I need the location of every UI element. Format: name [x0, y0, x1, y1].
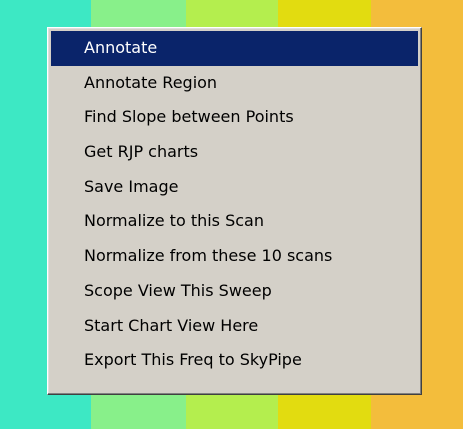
menu-item-annotate-region[interactable]: Annotate Region [51, 66, 418, 101]
menu-item-get-rjp-charts[interactable]: Get RJP charts [51, 135, 418, 170]
menu-item-annotate[interactable]: Annotate [51, 31, 418, 66]
menu-item-normalize-scan[interactable]: Normalize to this Scan [51, 204, 418, 239]
menu-item-scope-view[interactable]: Scope View This Sweep [51, 274, 418, 309]
menu-item-normalize-10-scans[interactable]: Normalize from these 10 scans [51, 239, 418, 274]
menu-item-export-skypipe[interactable]: Export This Freq to SkyPipe [51, 343, 418, 378]
menu-item-start-chart-view[interactable]: Start Chart View Here [51, 309, 418, 344]
menu-item-find-slope[interactable]: Find Slope between Points [51, 100, 418, 135]
context-menu: Annotate Annotate Region Find Slope betw… [47, 27, 422, 395]
menu-item-save-image[interactable]: Save Image [51, 170, 418, 205]
